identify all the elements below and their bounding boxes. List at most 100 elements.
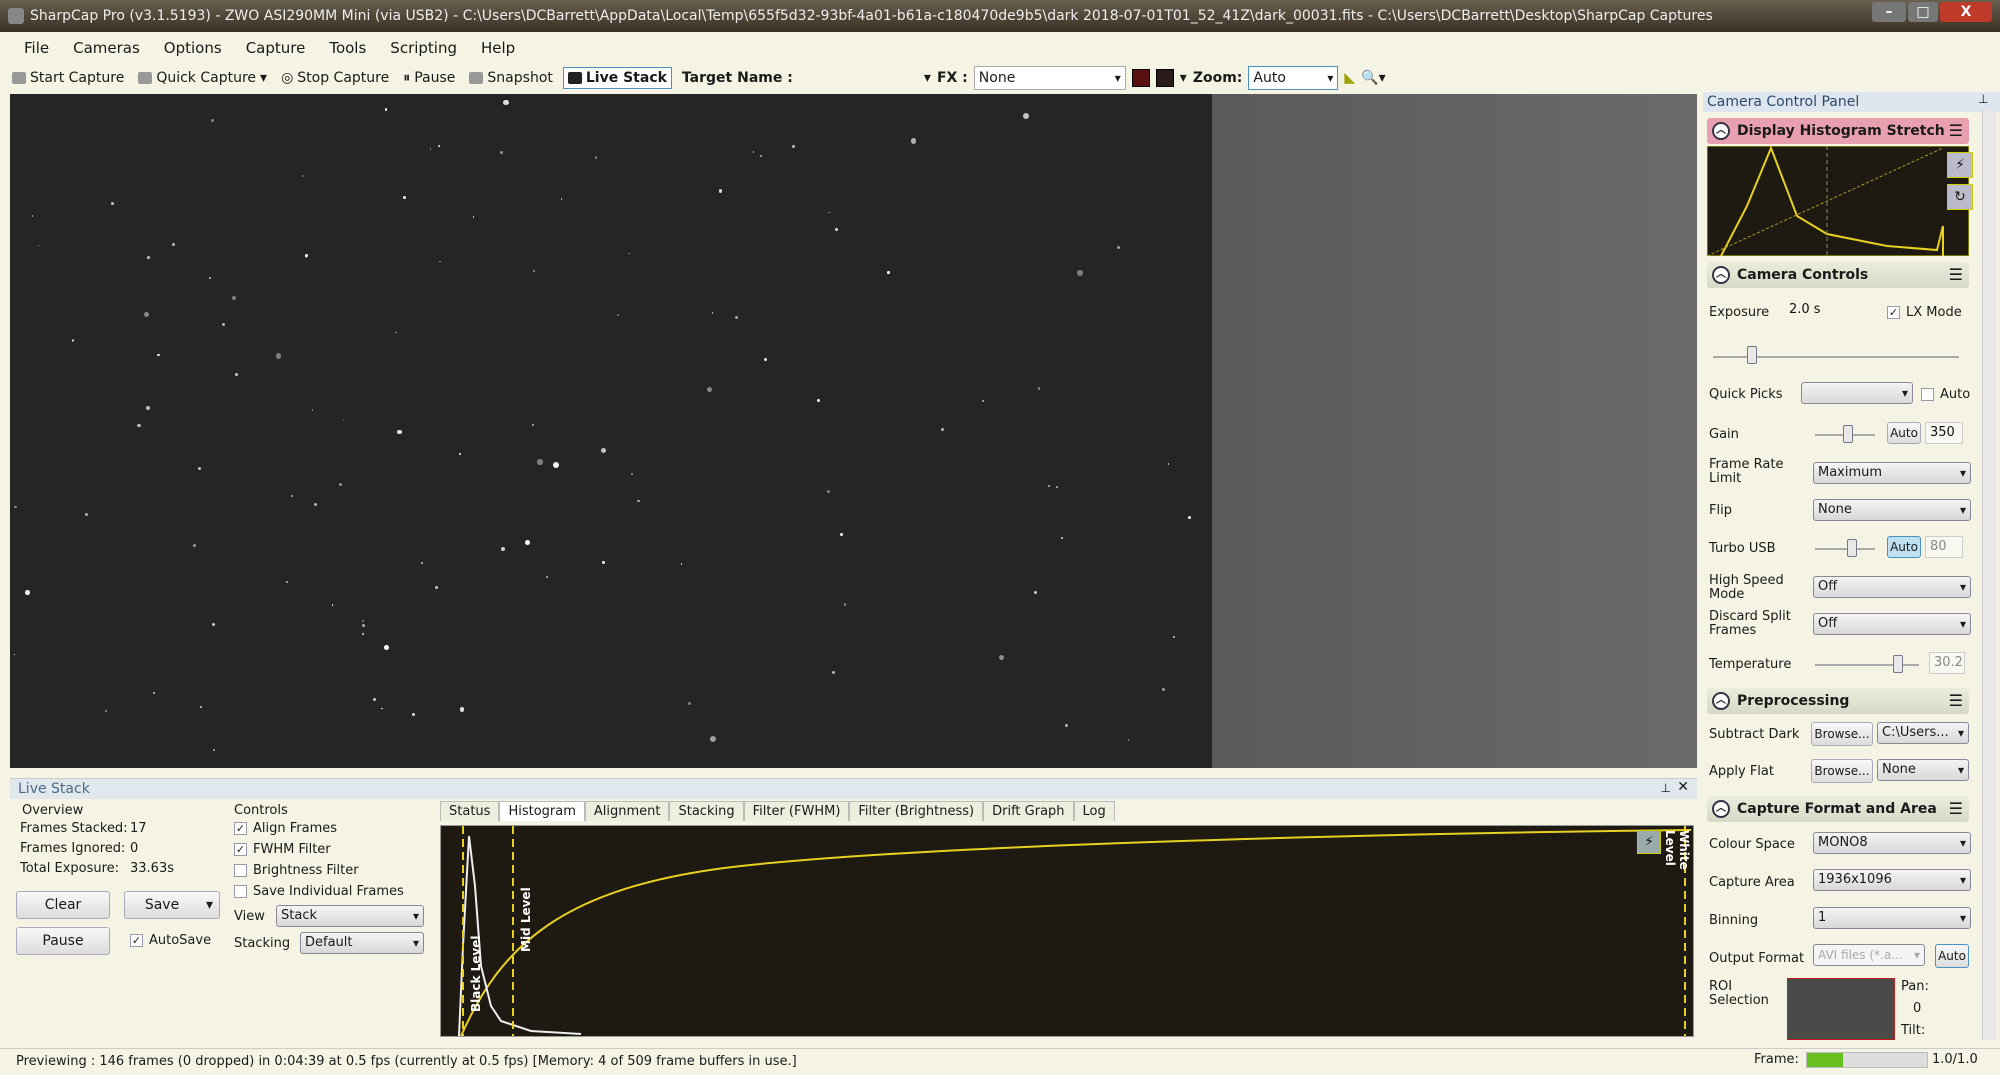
star xyxy=(594,155,598,159)
minimize-button[interactable]: – xyxy=(1872,2,1906,22)
quick-capture-button[interactable]: Quick Capture ▾ xyxy=(134,68,271,88)
histogram-icon[interactable]: ◣ xyxy=(1344,70,1355,86)
start-capture-button[interactable]: Start Capture xyxy=(8,68,128,88)
pause-button[interactable]: ⏸ Pause xyxy=(399,68,459,88)
checkbox-empty[interactable] xyxy=(1921,388,1934,401)
tab-alignment[interactable]: Alignment xyxy=(584,801,670,821)
display-histogram-stretch-header[interactable]: ︿ Display Histogram Stretch ☰ xyxy=(1707,118,1969,144)
high-speed-mode-select[interactable]: Off xyxy=(1813,576,1971,598)
exposure-slider-thumb[interactable] xyxy=(1747,346,1757,364)
tab-stacking[interactable]: Stacking xyxy=(669,801,744,821)
brightness-filter-checkbox[interactable]: Brightness Filter xyxy=(234,863,359,878)
collapse-icon[interactable]: ︿ xyxy=(1712,800,1730,818)
quick-picks-auto[interactable]: Auto xyxy=(1921,388,1970,402)
exposure-value[interactable]: 2.0 s xyxy=(1785,300,1871,322)
pause-stack-button[interactable]: Pause xyxy=(16,927,110,955)
fx-select[interactable]: None xyxy=(973,66,1126,90)
colour-space-select[interactable]: MONO8 xyxy=(1813,832,1971,854)
close-button[interactable]: X xyxy=(1940,2,1992,22)
turbo-auto-button[interactable]: Auto xyxy=(1887,536,1921,558)
menu-icon[interactable]: ☰ xyxy=(1949,688,1963,714)
menu-cameras[interactable]: Cameras xyxy=(63,37,150,59)
color-swatch-1[interactable] xyxy=(1131,69,1150,87)
menu-scripting[interactable]: Scripting xyxy=(380,37,467,59)
binning-select[interactable]: 1 xyxy=(1813,907,1971,929)
auto-stretch-icon[interactable]: ⚡ xyxy=(1637,830,1661,854)
subtract-dark-select[interactable]: C:\Users... xyxy=(1877,722,1969,744)
stack-histogram[interactable]: Black Level Mid Level White Level ⚡ xyxy=(440,825,1694,1037)
maximize-button[interactable]: □ xyxy=(1908,2,1938,22)
reset-icon[interactable]: ↻ xyxy=(1947,184,1973,210)
magnifier-icon[interactable]: 🔍▾ xyxy=(1361,70,1385,86)
apply-flat-select[interactable]: None xyxy=(1877,759,1969,781)
collapse-icon[interactable]: ︿ xyxy=(1712,122,1730,140)
gain-slider-thumb[interactable] xyxy=(1843,425,1853,443)
tab-histogram[interactable]: Histogram xyxy=(499,801,585,821)
tab-filter-fwhm[interactable]: Filter (FWHM) xyxy=(743,801,850,821)
menu-tools[interactable]: Tools xyxy=(319,37,376,59)
tab-drift-graph[interactable]: Drift Graph xyxy=(983,801,1074,821)
menu-options[interactable]: Options xyxy=(154,37,232,59)
zoom-select[interactable]: Auto xyxy=(1248,66,1339,90)
checkbox-empty[interactable] xyxy=(234,885,247,898)
snapshot-button[interactable]: Snapshot xyxy=(465,68,556,88)
stop-capture-button[interactable]: ◎ Stop Capture xyxy=(277,68,393,88)
tab-log[interactable]: Log xyxy=(1073,801,1115,821)
save-dropdown-icon[interactable]: ▾ xyxy=(206,892,213,918)
view-select[interactable]: Stack xyxy=(276,905,424,927)
gain-value[interactable]: 350 xyxy=(1925,422,1963,444)
align-frames-checkbox[interactable]: ✓ Align Frames xyxy=(234,821,337,836)
apply-flat-browse-button[interactable]: Browse... xyxy=(1811,759,1873,783)
close-icon[interactable]: ✕ xyxy=(1677,779,1689,795)
tab-filter-brightness[interactable]: Filter (Brightness) xyxy=(849,801,984,821)
pin-icon[interactable]: ⊥ xyxy=(1661,781,1671,795)
check-icon[interactable]: ✓ xyxy=(234,822,247,835)
panel-scrollbar[interactable] xyxy=(1982,110,1996,1040)
gain-auto-button[interactable]: Auto xyxy=(1887,422,1921,444)
menu-capture[interactable]: Capture xyxy=(236,37,316,59)
discard-split-frames-select[interactable]: Off xyxy=(1813,613,1971,635)
check-icon[interactable]: ✓ xyxy=(1887,306,1900,319)
swatch-dropdown[interactable]: ▾ xyxy=(1180,70,1187,86)
flip-select[interactable]: None xyxy=(1813,499,1971,521)
live-stack-button[interactable]: Live Stack xyxy=(562,67,672,89)
autosave-checkbox[interactable]: ✓ AutoSave xyxy=(130,933,211,948)
capture-area-select[interactable]: 1936x1096 xyxy=(1813,869,1971,891)
collapse-icon[interactable]: ︿ xyxy=(1712,692,1730,710)
capture-format-header[interactable]: ︿ Capture Format and Area ☰ xyxy=(1707,796,1969,822)
turbo-usb-slider[interactable] xyxy=(1815,548,1875,550)
fwhm-filter-checkbox[interactable]: ✓ FWHM Filter xyxy=(234,842,331,857)
camera-controls-header[interactable]: ︿ Camera Controls ☰ xyxy=(1707,262,1969,288)
subtract-dark-browse-button[interactable]: Browse... xyxy=(1811,722,1873,746)
check-icon[interactable]: ✓ xyxy=(234,843,247,856)
menu-icon[interactable]: ☰ xyxy=(1949,118,1963,144)
menu-icon[interactable]: ☰ xyxy=(1949,262,1963,288)
menu-help[interactable]: Help xyxy=(471,37,525,59)
menu-icon[interactable]: ☰ xyxy=(1949,796,1963,822)
panel-pin-icon[interactable]: ⊥ xyxy=(1978,92,1988,106)
auto-stretch-icon[interactable]: ⚡ xyxy=(1947,152,1973,178)
lx-mode-checkbox[interactable]: ✓ LX Mode xyxy=(1887,306,1962,320)
autosave-check-icon[interactable]: ✓ xyxy=(130,934,143,947)
clear-button[interactable]: Clear xyxy=(16,891,110,919)
save-individual-frames-checkbox[interactable]: Save Individual Frames xyxy=(234,884,404,899)
collapse-icon[interactable]: ︿ xyxy=(1712,266,1730,284)
preprocessing-header[interactable]: ︿ Preprocessing ☰ xyxy=(1707,688,1969,714)
menu-file[interactable]: File xyxy=(14,37,59,59)
frame-rate-select[interactable]: Maximum xyxy=(1813,462,1971,484)
target-name-dropdown[interactable]: ▾ xyxy=(924,70,931,86)
roi-preview[interactable] xyxy=(1787,978,1895,1040)
tab-status[interactable]: Status xyxy=(440,801,500,821)
save-button[interactable]: Save ▾ xyxy=(124,891,220,919)
camera-image-view[interactable] xyxy=(10,94,1212,768)
section-title: Capture Format and Area xyxy=(1737,801,1937,817)
display-histogram[interactable] xyxy=(1707,146,1969,256)
quick-picks-select[interactable] xyxy=(1801,382,1913,404)
color-swatch-2[interactable] xyxy=(1155,69,1174,87)
checkbox-empty[interactable] xyxy=(234,864,247,877)
output-auto-button[interactable]: Auto xyxy=(1935,944,1969,968)
turbo-usb-value[interactable]: 80 xyxy=(1925,536,1963,558)
stacking-select[interactable]: Default xyxy=(300,932,424,954)
turbo-usb-slider-thumb[interactable] xyxy=(1847,539,1857,557)
pan-value[interactable]: 0 xyxy=(1913,1002,1921,1016)
